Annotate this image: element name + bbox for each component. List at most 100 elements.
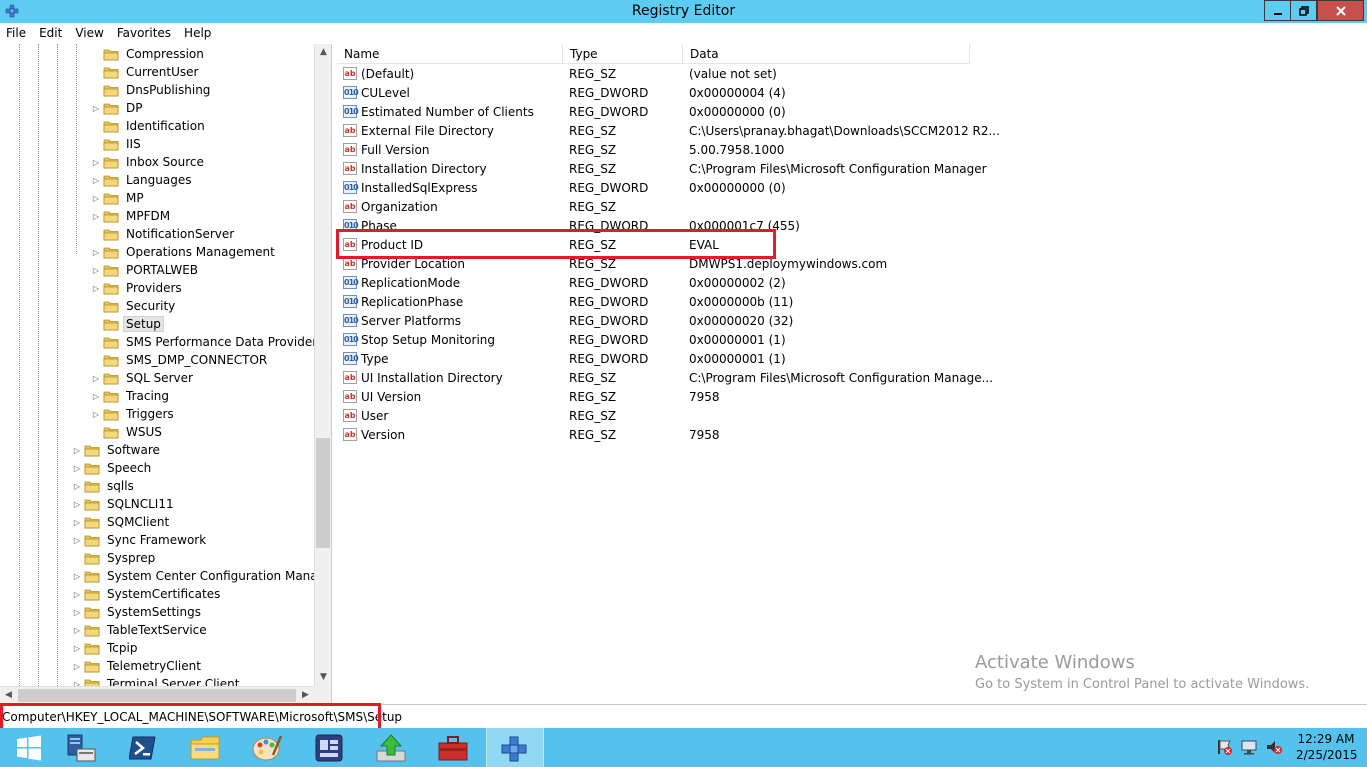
expand-arrow-icon[interactable]: ▷ [72,608,82,617]
tree-item[interactable]: ▷ Operations Management [91,243,278,261]
value-row[interactable]: ab External File Directory REG_SZ C:\Users\… [337,121,1367,140]
tree-item[interactable]: ▷ Languages [91,171,194,189]
minimize-button[interactable] [1264,0,1291,21]
value-row[interactable]: 010 CULevel REG_DWORD 0x00000004 (4) [337,83,1367,102]
tree-item[interactable]: ▷ DP [91,99,145,117]
menu-view[interactable]: View [69,26,110,40]
scroll-left-arrow-icon[interactable]: ◀ [0,687,17,704]
configmgr-console-button[interactable] [300,728,358,767]
tree-horizontal-scrollbar[interactable]: ◀ ▶ [0,686,314,703]
expand-arrow-icon[interactable]: ▷ [91,158,101,167]
key-tree-pane[interactable]: Compression CurrentUser DnsPublishing ▷ DP Id… [0,44,332,704]
column-header-data[interactable]: Data [683,44,970,64]
value-row[interactable]: ab Product ID REG_SZ EVAL [337,235,1367,254]
menu-favorites[interactable]: Favorites [111,26,178,40]
tree-item[interactable]: ▷ Triggers [91,405,177,423]
tree-hscroll-thumb[interactable] [18,689,296,702]
toolbox-button[interactable] [424,728,482,767]
expand-arrow-icon[interactable]: ▷ [72,518,82,527]
column-header-type[interactable]: Type [563,44,683,64]
menu-file[interactable]: File [0,26,33,40]
expand-arrow-icon[interactable]: ▷ [72,572,82,581]
upload-button[interactable] [362,728,420,767]
value-row[interactable]: ab Installation Directory REG_SZ C:\Program… [337,159,1367,178]
expand-arrow-icon[interactable]: ▷ [91,194,101,203]
tree-item[interactable]: ▷ sqlls [72,477,137,495]
tree-item[interactable]: WSUS [91,423,165,441]
expand-arrow-icon[interactable]: ▷ [72,500,82,509]
value-row[interactable]: 010 Phase REG_DWORD 0x000001c7 (455) [337,216,1367,235]
values-list-pane[interactable]: Name Type Data ab (Default) REG_SZ (value n… [337,44,1367,704]
tree-item[interactable]: Identification [91,117,208,135]
expand-arrow-icon[interactable]: ▷ [91,284,101,293]
tree-item[interactable]: SMS Performance Data Provider [91,333,314,351]
tree-item[interactable]: ▷ Sync Framework [72,531,209,549]
expand-arrow-icon[interactable]: ▷ [91,212,101,221]
expand-arrow-icon[interactable]: ▷ [91,248,101,257]
expand-arrow-icon[interactable]: ▷ [72,446,82,455]
tree-item[interactable]: ▷ SQMClient [72,513,172,531]
value-row[interactable]: ab (Default) REG_SZ (value not set) [337,64,1367,83]
tree-scroll-thumb[interactable] [316,438,330,548]
title-bar[interactable]: Registry Editor [0,0,1367,23]
tree-item[interactable]: ▷ Terminal Server Client [72,675,242,686]
start-button[interactable] [0,728,58,767]
value-row[interactable]: ab User REG_SZ [337,406,1367,425]
tree-item[interactable]: ▷ System Center Configuration Manager [72,567,314,585]
paint-button[interactable] [238,728,296,767]
network-icon[interactable] [1240,738,1258,756]
tree-item[interactable]: IIS [91,135,144,153]
value-row[interactable]: ab UI Version REG_SZ 7958 [337,387,1367,406]
tree-item[interactable]: Compression [91,45,207,63]
tree-item[interactable]: Sysprep [72,549,158,567]
close-button[interactable] [1317,0,1364,21]
value-row[interactable]: 010 Stop Setup Monitoring REG_DWORD 0x00000… [337,330,1367,349]
tree-item[interactable]: ▷ Speech [72,459,154,477]
scroll-down-arrow-icon[interactable]: ▼ [315,669,331,686]
key-tree[interactable]: Compression CurrentUser DnsPublishing ▷ DP Id… [0,44,314,686]
value-row[interactable]: ab Full Version REG_SZ 5.00.7958.1000 [337,140,1367,159]
tree-item[interactable]: ▷ SQL Server [91,369,196,387]
tree-item[interactable]: ▷ SystemCertificates [72,585,223,603]
menu-edit[interactable]: Edit [33,26,69,40]
tree-item[interactable]: ▷ MP [91,189,147,207]
expand-arrow-icon[interactable]: ▷ [72,644,82,653]
value-row[interactable]: ab Provider Location REG_SZ DMWPS1.deploymy… [337,254,1367,273]
tree-item[interactable]: ▷ Inbox Source [91,153,207,171]
server-manager-button[interactable] [52,728,110,767]
value-row[interactable]: ab UI Installation Directory REG_SZ C:\Prog… [337,368,1367,387]
powershell-button[interactable] [114,728,172,767]
value-row[interactable]: 010 ReplicationPhase REG_DWORD 0x0000000b (… [337,292,1367,311]
expand-arrow-icon[interactable]: ▷ [72,464,82,473]
expand-arrow-icon[interactable]: ▷ [91,410,101,419]
value-row[interactable]: 010 Server Platforms REG_DWORD 0x00000020 (… [337,311,1367,330]
system-clock[interactable]: 12:29 AM 2/25/2015 [1296,731,1358,763]
tree-item[interactable]: Security [91,297,178,315]
tree-item[interactable]: ▷ Software [72,441,163,459]
expand-arrow-icon[interactable]: ▷ [72,536,82,545]
tree-item[interactable]: ▷ TelemetryClient [72,657,204,675]
expand-arrow-icon[interactable]: ▷ [91,374,101,383]
expand-arrow-icon[interactable]: ▷ [91,104,101,113]
value-row[interactable]: 010 Estimated Number of Clients REG_DWORD 0… [337,102,1367,121]
value-row[interactable]: 010 InstalledSqlExpress REG_DWORD 0x0000000… [337,178,1367,197]
action-center-flag-icon[interactable] [1215,738,1233,756]
tree-item[interactable]: ▷ Providers [91,279,185,297]
restore-button[interactable] [1290,0,1317,21]
tree-item[interactable]: ▷ PORTALWEB [91,261,201,279]
expand-arrow-icon[interactable]: ▷ [72,626,82,635]
file-explorer-button[interactable] [176,728,234,767]
expand-arrow-icon[interactable]: ▷ [91,176,101,185]
value-row[interactable]: ab Version REG_SZ 7958 [337,425,1367,444]
value-row[interactable]: 010 ReplicationMode REG_DWORD 0x00000002 (2… [337,273,1367,292]
expand-arrow-icon[interactable]: ▷ [91,392,101,401]
column-header-name[interactable]: Name [337,44,563,64]
value-row[interactable]: 010 Type REG_DWORD 0x00000001 (1) [337,349,1367,368]
tree-vertical-scrollbar[interactable]: ▲ ▼ [314,44,331,686]
tree-item[interactable]: ▷ Tcpip [72,639,140,657]
tree-item[interactable]: CurrentUser [91,63,201,81]
tree-item[interactable]: ▷ Tracing [91,387,172,405]
tree-item[interactable]: DnsPublishing [91,81,213,99]
tree-item[interactable]: ▷ SystemSettings [72,603,204,621]
expand-arrow-icon[interactable]: ▷ [72,662,82,671]
